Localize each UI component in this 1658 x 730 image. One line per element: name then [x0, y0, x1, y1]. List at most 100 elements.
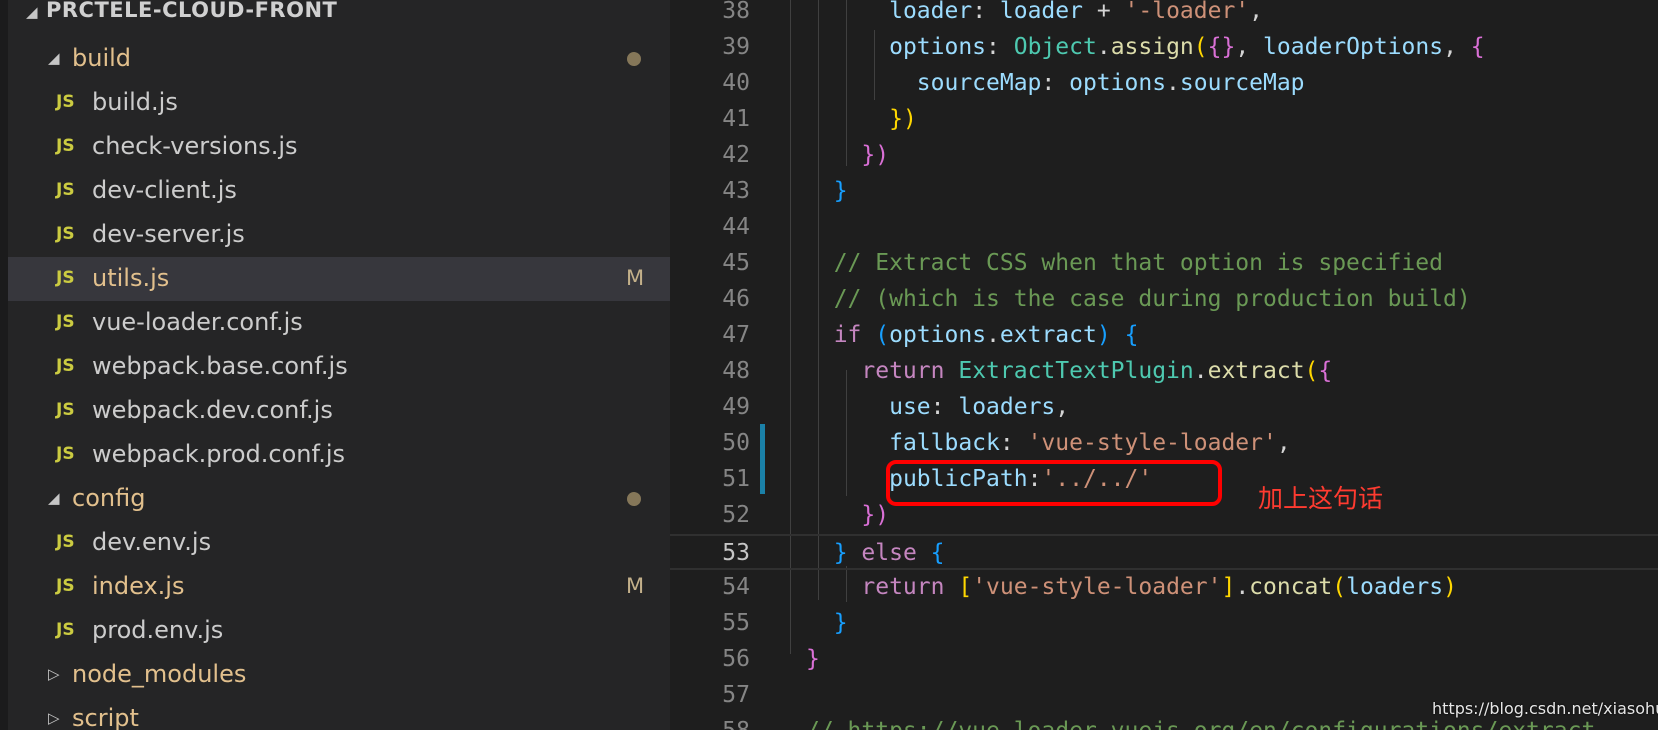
code-token: ,	[1235, 34, 1264, 60]
code-line[interactable]: 54 return ['vue-style-loader'].concat(lo…	[670, 570, 1658, 606]
code-token: ExtractTextPlugin	[958, 358, 1194, 384]
explorer-item-label: index.js	[92, 572, 185, 600]
explorer-file[interactable]: JS vue-loader.conf.js	[8, 301, 670, 345]
line-number: 57	[722, 682, 750, 708]
code-token: (	[1332, 574, 1347, 600]
code-token: sourceMap	[916, 70, 1042, 96]
code-editor[interactable]: 38 loader: loader + '-loader', 39 options…	[670, 0, 1658, 730]
chevron-right-icon[interactable]: ▷	[48, 665, 60, 683]
explorer-file[interactable]: JS dev.env.js	[8, 521, 670, 565]
line-number: 40	[722, 70, 750, 96]
code-line[interactable]: 38 loader: loader + '-loader',	[670, 0, 1658, 30]
line-number: 49	[722, 394, 750, 420]
code-token: {}	[1207, 34, 1236, 60]
code-line[interactable]: 44	[670, 210, 1658, 246]
explorer-file[interactable]: JS index.js M	[8, 565, 670, 609]
code-line[interactable]: 41 })	[670, 102, 1658, 138]
code-token: // Extract CSS when that option is speci…	[833, 250, 1443, 276]
code-token: .	[986, 322, 1000, 348]
explorer-file[interactable]: JS webpack.dev.conf.js	[8, 389, 670, 433]
code-token: })	[861, 502, 890, 528]
code-token: concat	[1249, 574, 1333, 600]
explorer-file[interactable]: JS utils.js M	[8, 257, 670, 301]
code-token: {	[1124, 322, 1139, 348]
code-token: ,	[1443, 34, 1471, 60]
code-token: loader	[999, 0, 1083, 24]
explorer-folder[interactable]: ◢ config	[8, 477, 670, 521]
explorer-item-label: script	[72, 704, 139, 730]
code-line[interactable]: 45 // Extract CSS when that option is sp…	[670, 246, 1658, 282]
project-name: PRCTELE-CLOUD-FRONT	[46, 0, 338, 22]
explorer-project-header[interactable]: ◢ PRCTELE-CLOUD-FRONT	[8, 0, 670, 32]
code-token: fallback	[889, 430, 1000, 456]
explorer-file[interactable]: JS webpack.prod.conf.js	[8, 433, 670, 477]
code-token: options	[889, 322, 987, 348]
explorer-file[interactable]: JS check-versions.js	[8, 125, 670, 169]
code-token: sourceMap	[1179, 70, 1305, 96]
code-line[interactable]: 56}	[670, 642, 1658, 678]
js-file-icon: JS	[56, 532, 75, 552]
code-line[interactable]: 55 }	[670, 606, 1658, 642]
explorer-file[interactable]: JS prod.env.js	[8, 609, 670, 653]
chevron-down-icon: ◢	[26, 3, 38, 21]
code-line[interactable]: 40 sourceMap: options.sourceMap	[670, 66, 1658, 102]
line-number: 47	[722, 322, 750, 348]
explorer-item-label: webpack.dev.conf.js	[92, 396, 333, 424]
line-number: 48	[722, 358, 750, 384]
code-token: :	[1041, 70, 1070, 96]
code-token: 'vue-style-loader'	[972, 574, 1222, 600]
code-line[interactable]: 42 })	[670, 138, 1658, 174]
code-line[interactable]: 53 } else {	[670, 534, 1658, 570]
code-token: })	[861, 142, 890, 168]
code-token: if	[833, 322, 862, 348]
chevron-right-icon[interactable]: ▷	[48, 709, 60, 727]
explorer-item-label: utils.js	[92, 264, 170, 292]
js-file-icon: JS	[56, 136, 75, 156]
line-code: }	[806, 646, 820, 672]
code-token: loaderOptions	[1263, 34, 1444, 60]
line-number: 43	[722, 178, 750, 204]
explorer-file[interactable]: JS build.js	[8, 81, 670, 125]
code-line[interactable]: 49 use: loaders,	[670, 390, 1658, 426]
line-code: if (options.extract) {	[806, 322, 1139, 348]
explorer-file[interactable]: JS dev-server.js	[8, 213, 670, 257]
line-code: loader: loader + '-loader',	[806, 0, 1263, 24]
chevron-down-icon[interactable]: ◢	[48, 49, 60, 67]
code-token: )	[1443, 574, 1457, 600]
code-token: }	[833, 178, 848, 204]
code-line[interactable]: 48 return ExtractTextPlugin.extract({	[670, 354, 1658, 390]
line-code: }	[806, 610, 848, 636]
explorer-file[interactable]: JS webpack.base.conf.js	[8, 345, 670, 389]
explorer-folder[interactable]: ◢ build	[8, 37, 670, 81]
code-token: :	[999, 430, 1028, 456]
line-code: options: Object.assign({}, loaderOptions…	[806, 34, 1485, 60]
explorer-item-label: vue-loader.conf.js	[92, 308, 303, 336]
code-token: {	[1318, 358, 1333, 384]
explorer-folder[interactable]: ▷ script	[8, 697, 670, 730]
explorer-file[interactable]: JS dev-client.js	[8, 169, 670, 213]
explorer-folder[interactable]: ▷ node_modules	[8, 653, 670, 697]
code-token: return	[861, 358, 945, 384]
line-number: 56	[722, 646, 750, 672]
code-token: })	[889, 106, 917, 132]
code-line[interactable]: 50 fallback: 'vue-style-loader',	[670, 426, 1658, 462]
code-line[interactable]: 47 if (options.extract) {	[670, 318, 1658, 354]
code-line[interactable]: 43 }	[670, 174, 1658, 210]
code-token: [	[958, 574, 973, 600]
line-number: 51	[722, 466, 750, 492]
code-token: :	[972, 0, 1000, 24]
code-token: ,	[1276, 430, 1291, 456]
code-line[interactable]: 39 options: Object.assign({}, loaderOpti…	[670, 30, 1658, 66]
line-code: return ExtractTextPlugin.extract({	[806, 358, 1332, 384]
code-token: :	[986, 34, 1014, 60]
code-line[interactable]: 46 // (which is the case during producti…	[670, 282, 1658, 318]
chevron-down-icon[interactable]: ◢	[48, 489, 60, 507]
code-token: :	[930, 394, 959, 420]
